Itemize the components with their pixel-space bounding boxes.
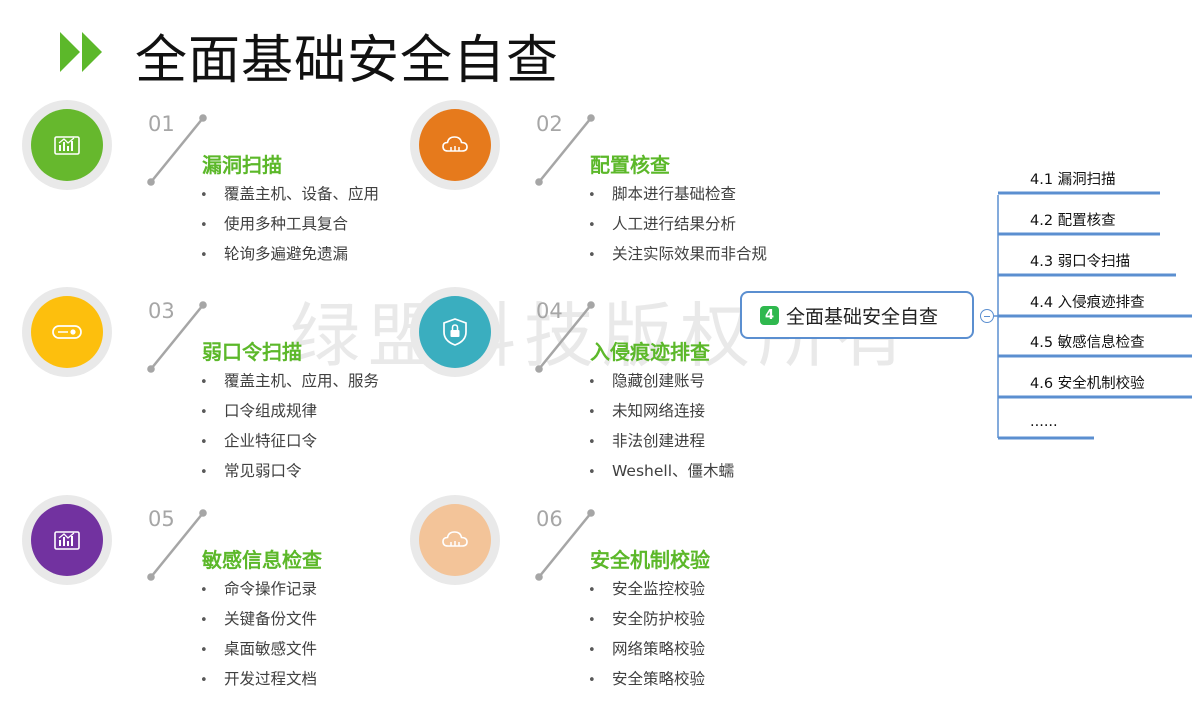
mindmap-number-badge: 4 — [760, 305, 779, 325]
mindmap-root-label: 全面基础安全自查 — [786, 305, 939, 328]
mindmap-child-node[interactable]: 4.3 弱口令扫描 — [1030, 250, 1130, 271]
mindmap-connectors — [994, 191, 1192, 440]
mindmap-child-node[interactable]: 4.4 入侵痕迹排查 — [1030, 291, 1145, 312]
mindmap-child-node[interactable]: 4.6 安全机制校验 — [1030, 372, 1145, 393]
mindmap-child-node[interactable]: ...... — [1030, 414, 1058, 430]
mindmap-child-node[interactable]: 4.2 配置核查 — [1030, 209, 1116, 230]
mindmap-child-node[interactable]: 4.1 漏洞扫描 — [1030, 168, 1116, 189]
mindmap-root-node[interactable]: 4 全面基础安全自查 — [740, 291, 974, 339]
mindmap-child-node[interactable]: 4.5 敏感信息检查 — [1030, 331, 1145, 352]
collapse-toggle-icon[interactable] — [980, 309, 994, 323]
